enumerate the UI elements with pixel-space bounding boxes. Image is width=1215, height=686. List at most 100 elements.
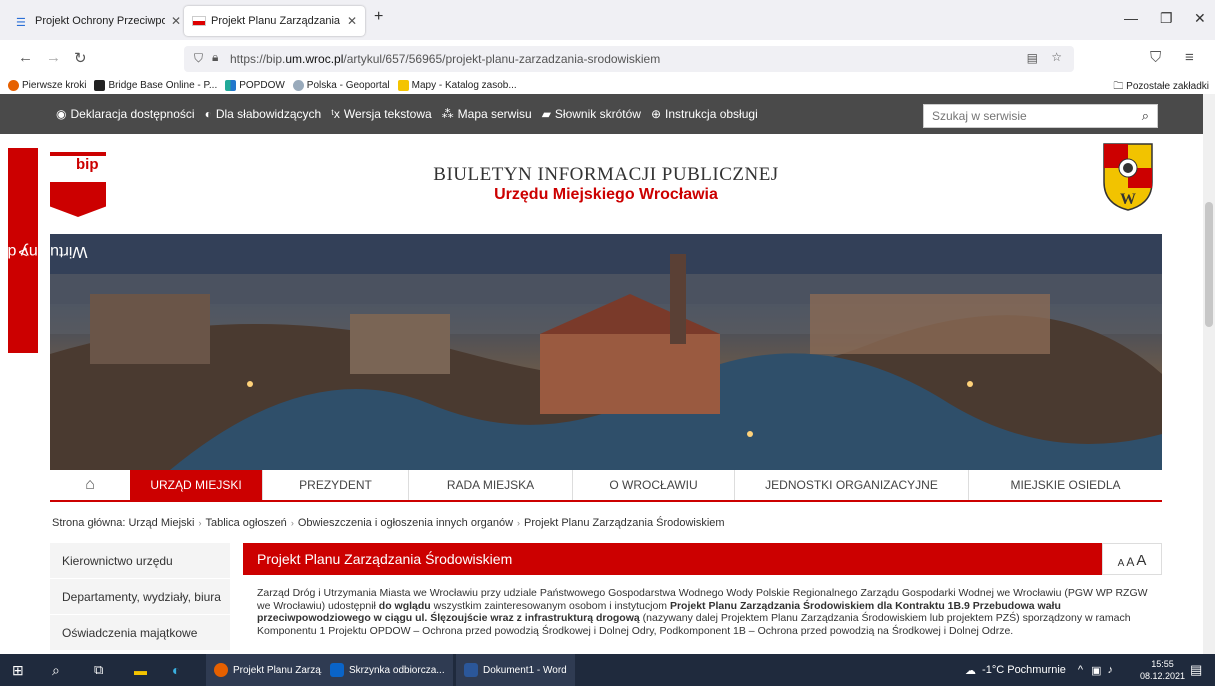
hero-image <box>50 234 1162 470</box>
shield-icon: ⛉ <box>194 51 204 65</box>
reader-view-icon[interactable]: ▤ <box>1027 51 1038 65</box>
page-title: BIULETYN INFORMACJI PUBLICZNEJ <box>433 164 779 185</box>
search-icon[interactable]: ⌕ <box>52 654 60 686</box>
browser-nav-bar: ← → ↻ ⛉ 🔒︎ https://bip.um.wroc.pl/artyku… <box>0 40 1215 76</box>
a11y-glossary[interactable]: ▰ Słownik skrótów <box>542 107 641 121</box>
geoportal-icon <box>292 79 304 91</box>
url-host: um.wroc.pl <box>285 52 344 66</box>
close-icon[interactable]: ✕ <box>347 14 357 28</box>
nav-osiedla[interactable]: MIEJSKIE OSIEDLA <box>968 470 1162 500</box>
forward-icon[interactable]: → <box>46 49 61 66</box>
url-bar[interactable]: ⛉ 🔒︎ https://bip.um.wroc.pl/artykul/657/… <box>184 46 1074 72</box>
minimize-icon[interactable]: — <box>1124 10 1138 26</box>
a11y-help[interactable]: ⊕ Instrukcja obsługi <box>651 107 758 121</box>
menu-icon[interactable]: ≡ <box>1185 49 1194 66</box>
close-icon[interactable]: ✕ <box>171 14 181 28</box>
browser-tab-1[interactable]: ☰ Projekt Ochrony Przeciwpowod ✕ <box>8 6 189 36</box>
taskbar-app-outlook[interactable]: Skrzynka odbiorcza... <box>322 654 453 686</box>
word-icon <box>464 663 478 677</box>
search-icon[interactable]: ⌕ <box>1142 108 1149 124</box>
nav-rada-miejska[interactable]: RADA MIEJSKA <box>408 470 572 500</box>
cloud-icon: ☁ <box>965 664 977 677</box>
reload-icon[interactable]: ↻ <box>74 49 87 67</box>
firefox-icon <box>8 79 19 91</box>
window-close-icon[interactable]: ✕ <box>1194 10 1206 27</box>
nav-prezydent[interactable]: PREZYDENT <box>262 470 408 500</box>
bookmarks-bar: Pierwsze kroki Bridge Base Online - P...… <box>0 76 1215 94</box>
font-large-button[interactable]: A <box>1136 552 1146 569</box>
windows-start-icon[interactable]: ⊞ <box>12 654 24 686</box>
nav-urzad-miejski[interactable]: URZĄD MIEJSKI <box>130 470 262 500</box>
page-header: bip BIULETYN INFORMACJI PUBLICZNEJ Urzęd… <box>50 134 1162 234</box>
bookmark-item[interactable]: Polska - Geoportal <box>292 79 390 91</box>
notifications-icon[interactable]: ▤ <box>1190 654 1202 686</box>
bookmark-star-icon[interactable]: ☆ <box>1051 50 1062 64</box>
folder-icon: 🗀 <box>1113 81 1124 92</box>
contrast-icon: ◐ <box>204 107 212 121</box>
file-explorer-icon[interactable]: ▬ <box>134 654 147 686</box>
a11y-declaration[interactable]: ◉ Deklaracja dostępności <box>56 107 195 121</box>
search-input[interactable] <box>932 109 1122 123</box>
new-tab-button[interactable]: + <box>374 8 383 26</box>
article: Projekt Planu Zarządzania Środowiskiem A… <box>243 543 1162 654</box>
font-medium-button[interactable]: A <box>1126 555 1134 569</box>
sidebar-item-kierownictwo[interactable]: Kierownictwo urzędu <box>50 543 230 579</box>
browser-tab-2[interactable]: Projekt Planu Zarządzania Środ ✕ <box>184 6 366 36</box>
page-viewport: ◉ Deklaracja dostępności ◐ Dla słabowidząc… <box>0 94 1203 654</box>
help-icon: ⊕ <box>650 107 662 121</box>
bookmark-item[interactable]: Pierwsze kroki <box>8 79 86 91</box>
restore-icon[interactable]: ❐ <box>1160 10 1173 27</box>
taskbar-app-firefox[interactable]: Projekt Planu Zarzą... <box>206 654 338 686</box>
page-subtitle: Urzędu Miejskiego Wrocławia <box>494 186 718 203</box>
task-view-icon[interactable]: ⧉ <box>94 654 103 686</box>
outlook-icon <box>330 663 344 677</box>
accessibility-bar: ◉ Deklaracja dostępności ◐ Dla słabowidząc… <box>0 94 1203 134</box>
edge-icon[interactable]: ◐ <box>172 654 180 686</box>
bookmark-item[interactable]: Bridge Base Online - P... <box>94 79 217 91</box>
bookmark-item[interactable]: Mapy - Katalog zasob... <box>397 79 517 91</box>
home-icon[interactable]: ⌂ <box>50 470 130 500</box>
breadcrumb-link[interactable]: Urząd Miejski <box>128 517 194 529</box>
font-small-button[interactable]: A <box>1118 558 1125 569</box>
breadcrumb-link[interactable]: Tablica ogłoszeń <box>205 517 286 529</box>
maps-icon <box>397 79 409 91</box>
url-path: /artykul/657/56965/projekt-planu-zarzadz… <box>343 52 661 66</box>
os-taskbar: ⊞ ⌕ ⧉ ▬ ◐ Projekt Planu Zarzą... Skrzynk… <box>0 654 1215 686</box>
pocket-icon[interactable]: ⛉ <box>1150 49 1161 66</box>
accessibility-icon: ◉ <box>56 107 67 121</box>
font-size-switcher: A A A <box>1102 543 1162 575</box>
article-title: Projekt Planu Zarządzania Środowiskiem <box>257 551 513 567</box>
sidebar-item-oswiadczenia[interactable]: Oświadczenia majątkowe <box>50 615 230 651</box>
back-icon[interactable]: ← <box>18 49 33 66</box>
a11y-sitemap[interactable]: ⁂ Mapa serwisu <box>442 107 532 121</box>
breadcrumb-current: Projekt Planu Zarządzania Środowiskiem <box>524 517 725 529</box>
popdow-icon <box>225 79 237 91</box>
article-body: Zarząd Dróg i Utrzymania Miasta we Wrocł… <box>257 587 1148 637</box>
network-icon[interactable]: ▣ <box>1091 664 1101 677</box>
volume-icon[interactable]: ♪ <box>1108 664 1114 676</box>
a11y-contrast[interactable]: ◐ Dla słabowidzących <box>205 107 322 121</box>
clock[interactable]: 15:55 08.12.2021 <box>1140 658 1185 682</box>
sitemap-icon: ⁂ <box>441 107 454 121</box>
url-scheme: https://bip. <box>230 52 286 66</box>
bookmark-item[interactable]: POPDOW <box>225 79 285 91</box>
page-scrollbar[interactable] <box>1203 94 1215 654</box>
city-panorama <box>50 234 1162 470</box>
chevron-up-icon[interactable]: ^ <box>1078 664 1083 676</box>
breadcrumb: Strona główna: Urząd Miejski › Tablica ogł… <box>52 517 725 529</box>
nav-jednostki[interactable]: JEDNOSTKI ORGANIZACYJNE <box>734 470 968 500</box>
book-icon: ▰ <box>541 107 551 121</box>
database-icon: ☰ <box>16 17 26 29</box>
side-navigation: Kierownictwo urzędu Departamenty, wydzia… <box>50 543 230 651</box>
nav-o-wroclawiu[interactable]: O WROCŁAWIU <box>572 470 734 500</box>
taskbar-app-word[interactable]: Dokument1 - Word <box>456 654 575 686</box>
firefox-icon <box>214 663 228 677</box>
a11y-text-version[interactable]: ᵗx Wersja tekstowa <box>331 107 431 121</box>
breadcrumb-link[interactable]: Obwieszczenia i ogłoszenia innych organó… <box>298 517 513 529</box>
sidebar-item-departamenty[interactable]: Departamenty, wydziały, biura <box>50 579 230 615</box>
chevron-right-icon: > <box>18 242 28 260</box>
article-header: Projekt Planu Zarządzania Środowiskiem A… <box>243 543 1162 575</box>
browser-tab-bar: ☰ Projekt Ochrony Przeciwpowod ✕ Projekt… <box>0 0 1215 40</box>
bbo-icon <box>94 79 106 91</box>
virtual-assistant-tab[interactable]: Wirtualny doradca > <box>0 148 87 353</box>
